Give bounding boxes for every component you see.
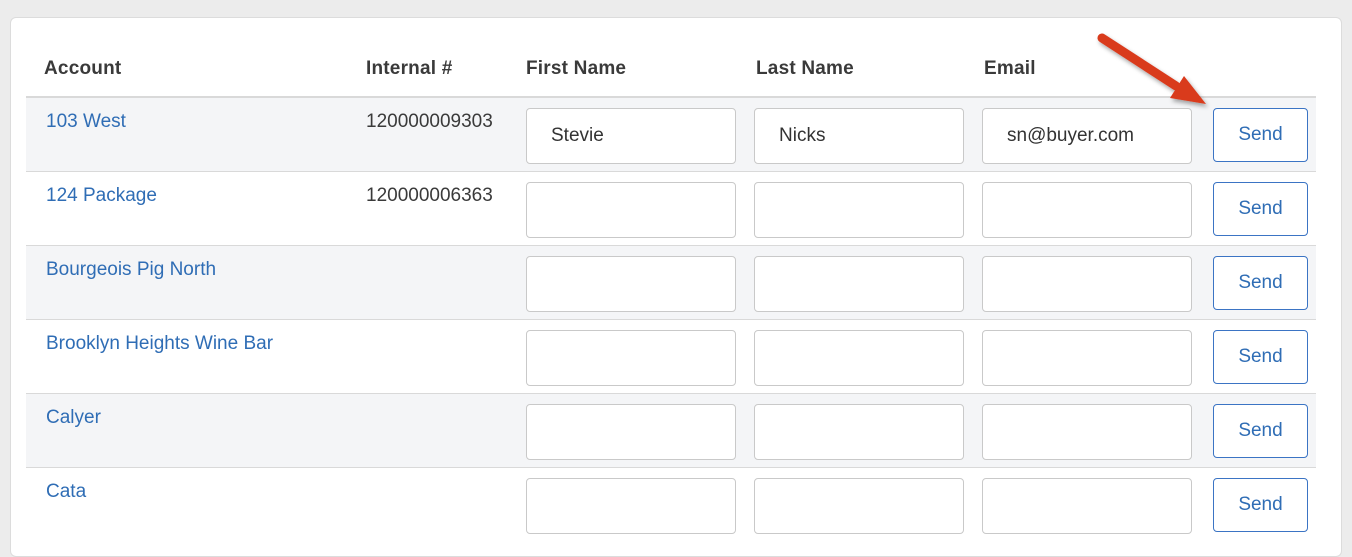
header-email: Email [984, 58, 1036, 79]
internal-number: 120000006363 [366, 185, 493, 206]
email-input[interactable] [982, 256, 1192, 312]
table-row: Calyer Send [26, 394, 1316, 468]
account-link[interactable]: 124 Package [46, 185, 157, 207]
account-link[interactable]: 103 West [46, 111, 126, 133]
last-name-input[interactable] [754, 404, 964, 460]
internal-number: 120000009303 [366, 111, 493, 132]
header-last-name: Last Name [756, 58, 854, 79]
first-name-input[interactable] [526, 478, 736, 534]
send-button[interactable]: Send [1213, 256, 1308, 310]
header-first-name: First Name [526, 58, 627, 79]
send-button[interactable]: Send [1213, 330, 1308, 384]
last-name-input[interactable] [754, 478, 964, 534]
first-name-input[interactable] [526, 182, 736, 238]
first-name-input[interactable] [526, 330, 736, 386]
email-input[interactable] [982, 182, 1192, 238]
send-button[interactable]: Send [1213, 108, 1308, 162]
table-row: Bourgeois Pig North Send [26, 246, 1316, 320]
email-input[interactable] [982, 404, 1192, 460]
send-button[interactable]: Send [1213, 182, 1308, 236]
last-name-input[interactable] [754, 256, 964, 312]
first-name-input[interactable] [526, 108, 736, 164]
send-button[interactable]: Send [1213, 404, 1308, 458]
last-name-input[interactable] [754, 108, 964, 164]
header-internal-number: Internal # [366, 58, 453, 79]
header-account: Account [44, 58, 122, 79]
first-name-input[interactable] [526, 256, 736, 312]
table-row: 103 West 120000009303 Send [26, 98, 1316, 172]
email-input[interactable] [982, 478, 1192, 534]
email-input[interactable] [982, 330, 1192, 386]
email-input[interactable] [982, 108, 1192, 164]
account-link[interactable]: Brooklyn Heights Wine Bar [46, 333, 273, 355]
last-name-input[interactable] [754, 182, 964, 238]
table-row: 124 Package 120000006363 Send [26, 172, 1316, 246]
account-link[interactable]: Bourgeois Pig North [46, 259, 216, 281]
table-row: Cata Send [26, 468, 1316, 542]
table-header: Account Internal # First Name Last Name … [26, 40, 1316, 98]
last-name-input[interactable] [754, 330, 964, 386]
account-link[interactable]: Calyer [46, 407, 101, 429]
send-button[interactable]: Send [1213, 478, 1308, 532]
first-name-input[interactable] [526, 404, 736, 460]
account-link[interactable]: Cata [46, 481, 86, 503]
table-row: Brooklyn Heights Wine Bar Send [26, 320, 1316, 394]
